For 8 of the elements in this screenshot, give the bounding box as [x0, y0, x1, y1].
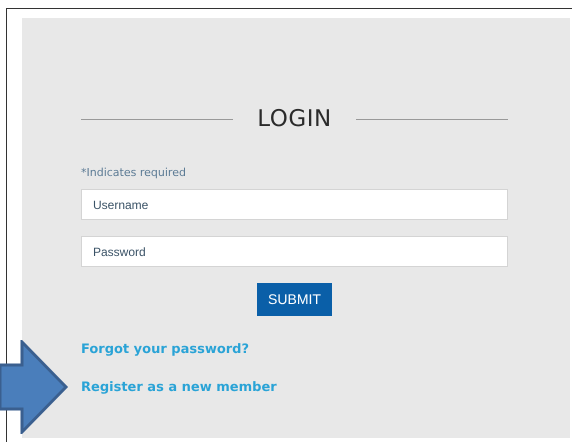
- arrow-icon: [0, 340, 68, 434]
- link[interactable]: Register as a new member: [81, 378, 277, 397]
- submit-button[interactable]: SUBMIT: [257, 283, 332, 316]
- required-note: *Indicates required: [81, 164, 187, 180]
- input-field[interactable]: Username: [81, 189, 508, 220]
- login-heading: LOGIN: [257, 105, 332, 134]
- input-field[interactable]: Password: [81, 236, 508, 267]
- link[interactable]: Forgot your password?: [81, 340, 250, 360]
